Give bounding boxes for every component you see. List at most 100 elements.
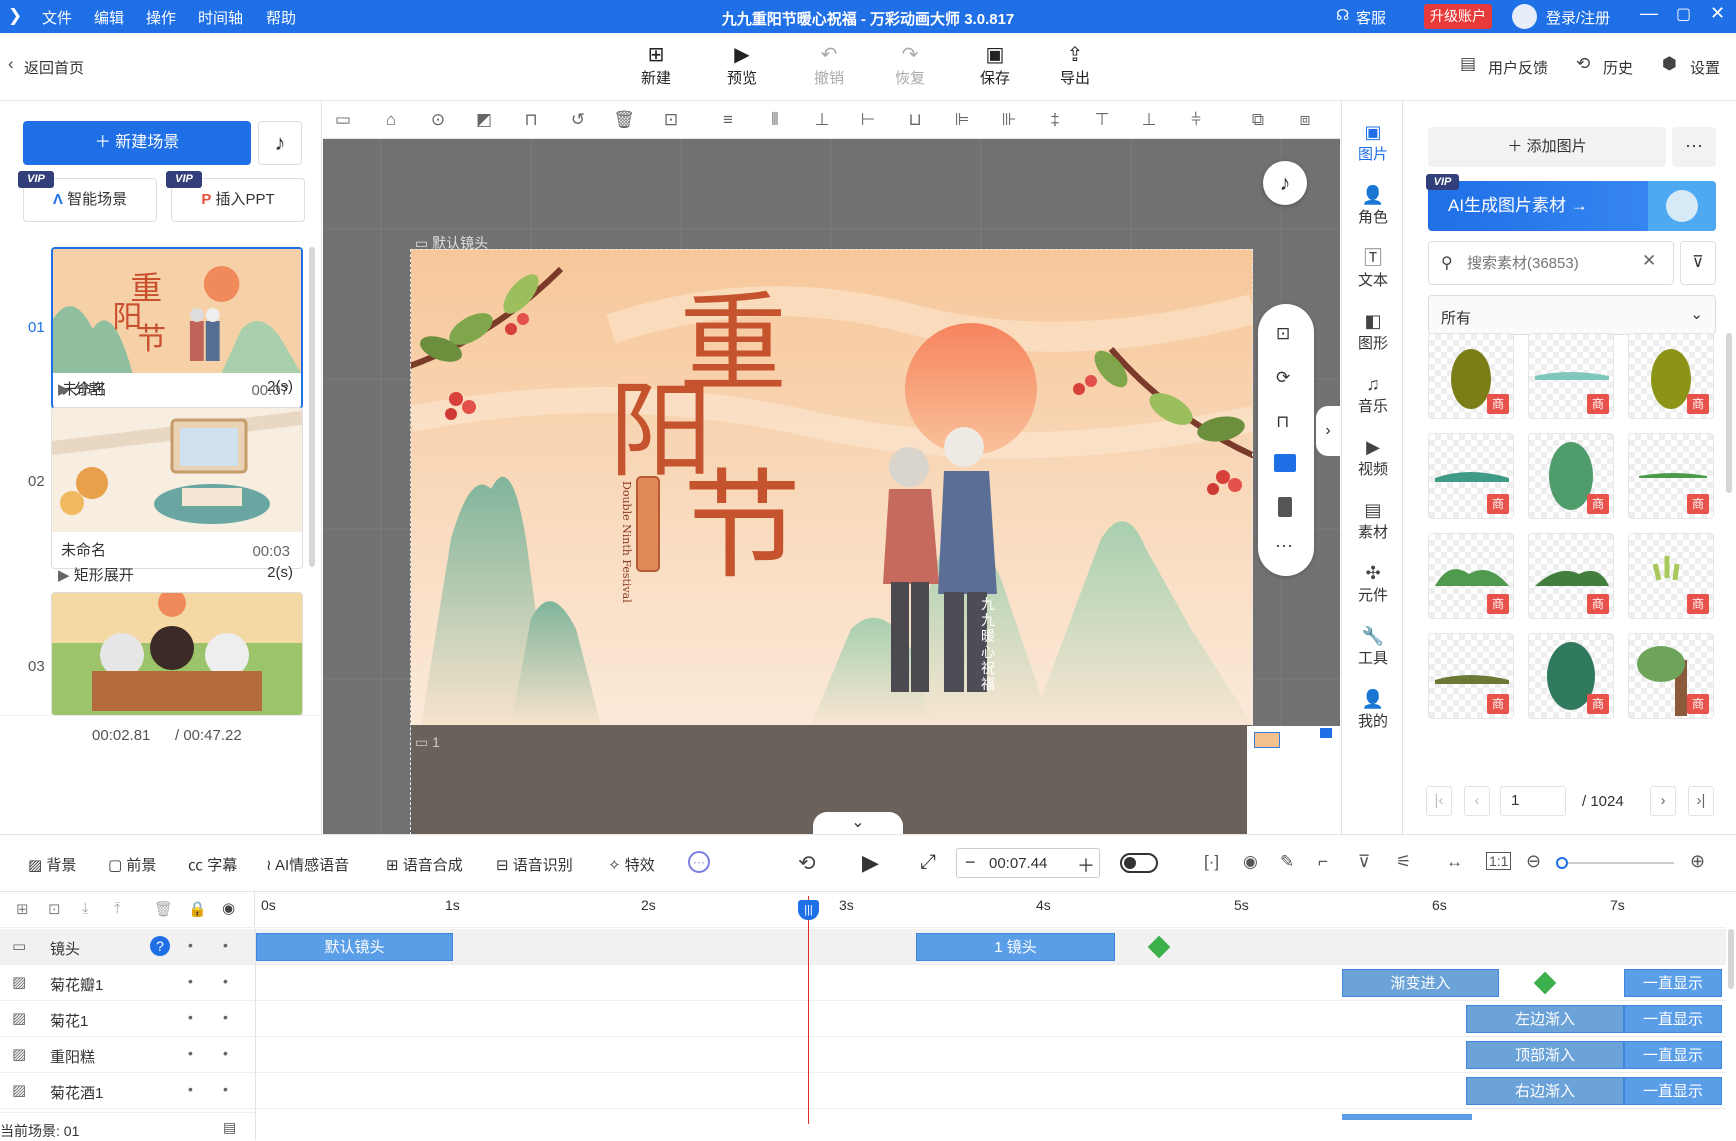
fit-screen-icon[interactable]: ⊡: [1276, 324, 1290, 344]
align-bottom-icon[interactable]: ⊔: [904, 110, 926, 130]
plus-icon[interactable]: ＋: [1077, 852, 1095, 878]
time-value[interactable]: 00:07.44: [989, 855, 1047, 872]
layer-add-icon[interactable]: ⊡: [48, 900, 61, 918]
menu-file[interactable]: 文件: [42, 7, 72, 28]
asset-tile[interactable]: 商: [1628, 333, 1714, 419]
page-input[interactable]: 1: [1500, 786, 1566, 816]
first-page-icon[interactable]: |‹: [1426, 786, 1452, 816]
history-icon[interactable]: ⟲: [1576, 54, 1590, 74]
timeline-clip[interactable]: 左边渐入: [1466, 1005, 1624, 1033]
export-button[interactable]: ⇪ 导出: [1045, 43, 1105, 88]
copy-icon[interactable]: ⧉: [1247, 110, 1269, 130]
asset-tile[interactable]: 商: [1428, 333, 1514, 419]
ratio-icon[interactable]: 1:1: [1486, 852, 1512, 870]
headset-icon[interactable]: ☊: [1336, 6, 1349, 24]
timeline-clip[interactable]: 默认镜头: [256, 933, 453, 961]
undo-button[interactable]: ↶ 撤销: [799, 43, 859, 88]
camera-icon[interactable]: ◉: [1243, 852, 1258, 872]
minimap[interactable]: [1247, 726, 1340, 834]
replay-icon[interactable]: ⟲: [798, 851, 816, 876]
expand-panel-icon[interactable]: ›: [1316, 406, 1340, 456]
timeline-clip[interactable]: 一直显示: [1624, 1077, 1722, 1105]
more-icon[interactable]: ···: [1275, 535, 1293, 556]
home-icon[interactable]: ⌂: [380, 110, 402, 130]
voice-recognition-button[interactable]: ⊟ 语音识别: [496, 854, 573, 875]
menu-help[interactable]: 帮助: [266, 7, 296, 28]
login-link[interactable]: 登录/注册: [1546, 7, 1610, 28]
adjust-icon[interactable]: ⚟: [1396, 852, 1411, 872]
landscape-icon[interactable]: [1274, 454, 1296, 472]
menu-edit[interactable]: 编辑: [94, 7, 124, 28]
layer-row[interactable]: ▨ 重阳糕 • •: [0, 1037, 255, 1073]
unlock-icon[interactable]: ⊓: [520, 110, 542, 130]
spread-icon[interactable]: ⫩: [1185, 110, 1207, 130]
search-input[interactable]: [1467, 252, 1627, 274]
layer-row[interactable]: ▭ 镜头? • •: [0, 929, 255, 965]
settings-link[interactable]: 设置: [1690, 57, 1720, 78]
fit-icon[interactable]: ⊡: [660, 110, 682, 130]
canvas-music-button[interactable]: ♪: [1263, 161, 1307, 205]
zoom-slider[interactable]: [1556, 857, 1674, 869]
back-home-link[interactable]: 返回首页: [24, 57, 84, 78]
foreground-button[interactable]: ▢ 前景: [108, 854, 156, 875]
transition-item[interactable]: ▶ 分割 2(s): [58, 378, 303, 399]
distribute-v-icon[interactable]: ⊥: [811, 110, 833, 130]
align-vcenter-icon[interactable]: ⫴: [764, 110, 786, 130]
last-page-icon[interactable]: ›|: [1688, 786, 1714, 816]
toggle-switch[interactable]: [1120, 853, 1158, 873]
minimize-icon[interactable]: —: [1640, 3, 1658, 24]
filter-layers-icon[interactable]: ⊽: [1358, 852, 1370, 872]
delete-icon[interactable]: 🗑: [613, 110, 635, 130]
timeline-clip[interactable]: 右边渐入: [1466, 1077, 1624, 1105]
zoom-slider-handle[interactable]: [1556, 857, 1568, 869]
paste-icon[interactable]: ⧈: [1294, 110, 1316, 130]
menu-timeline[interactable]: 时间轴: [198, 7, 243, 28]
category-shape[interactable]: ◧ 图形: [1342, 310, 1404, 353]
feedback-link[interactable]: 用户反馈: [1488, 57, 1548, 78]
lock-icon[interactable]: ⊓: [1276, 412, 1289, 432]
redo-button[interactable]: ↷ 恢复: [880, 43, 940, 88]
voice-synth-button[interactable]: ⊞ 语音合成: [386, 854, 463, 875]
more-tools-icon[interactable]: ···: [688, 851, 710, 873]
filter-icon[interactable]: ⊽: [1680, 241, 1716, 285]
category-text[interactable]: 🅃 文本: [1342, 247, 1404, 290]
scene-scrollbar[interactable]: [309, 247, 315, 567]
play-button[interactable]: ▶: [862, 850, 879, 876]
scene-card[interactable]: [51, 592, 303, 716]
new-button[interactable]: ⊞ 新建: [626, 43, 686, 88]
zoom-in-icon[interactable]: ⊕: [1690, 851, 1705, 872]
zoom-out-icon[interactable]: ⊖: [1526, 851, 1541, 872]
timeline-clip[interactable]: 一直显示: [1624, 1041, 1722, 1069]
history-link[interactable]: 历史: [1603, 57, 1633, 78]
subtitle-button[interactable]: ㏄ 字幕: [188, 854, 237, 875]
asset-tile[interactable]: 商: [1528, 633, 1614, 719]
category-tool[interactable]: 🔧 工具: [1342, 625, 1404, 668]
asset-tile[interactable]: 商: [1628, 433, 1714, 519]
preview-button[interactable]: ▶ 预览: [712, 43, 772, 88]
asset-scrollbar[interactable]: [1726, 333, 1732, 493]
eye-icon[interactable]: ◉: [222, 899, 235, 917]
folder-add-icon[interactable]: ⊞: [16, 900, 29, 918]
asset-tile[interactable]: 商: [1428, 633, 1514, 719]
category-music[interactable]: ♫ 音乐: [1342, 373, 1404, 416]
portrait-icon[interactable]: [1278, 497, 1292, 517]
asset-tile[interactable]: 商: [1628, 633, 1714, 719]
stage-artwork[interactable]: 重 阳 节 Double Ninth Festival: [411, 249, 1253, 725]
close-icon[interactable]: ✕: [1710, 3, 1725, 24]
asset-tile[interactable]: 商: [1628, 533, 1714, 619]
move-up-icon[interactable]: ⤒: [114, 900, 121, 917]
timeline-clip[interactable]: 一直显示: [1624, 1005, 1722, 1033]
asset-tile[interactable]: 商: [1528, 433, 1614, 519]
timeline-clip[interactable]: 顶部渐入: [1466, 1041, 1624, 1069]
prev-page-icon[interactable]: ‹: [1464, 786, 1490, 816]
category-select[interactable]: 所有 ⌄: [1428, 295, 1716, 335]
move-down-icon[interactable]: ⤓: [82, 900, 89, 917]
settings-icon[interactable]: ⬢: [1662, 54, 1677, 74]
rotate-view-icon[interactable]: ⟳: [1276, 368, 1290, 388]
minus-icon[interactable]: −: [965, 852, 976, 873]
ruler-icon[interactable]: ▭: [332, 110, 354, 130]
rotate-icon[interactable]: ↺: [567, 110, 589, 130]
scene-music-button[interactable]: ♪: [258, 121, 302, 165]
bracket-icon[interactable]: [·]: [1204, 852, 1219, 872]
ai-voice-button[interactable]: ≀ AI情感语音: [266, 854, 349, 875]
